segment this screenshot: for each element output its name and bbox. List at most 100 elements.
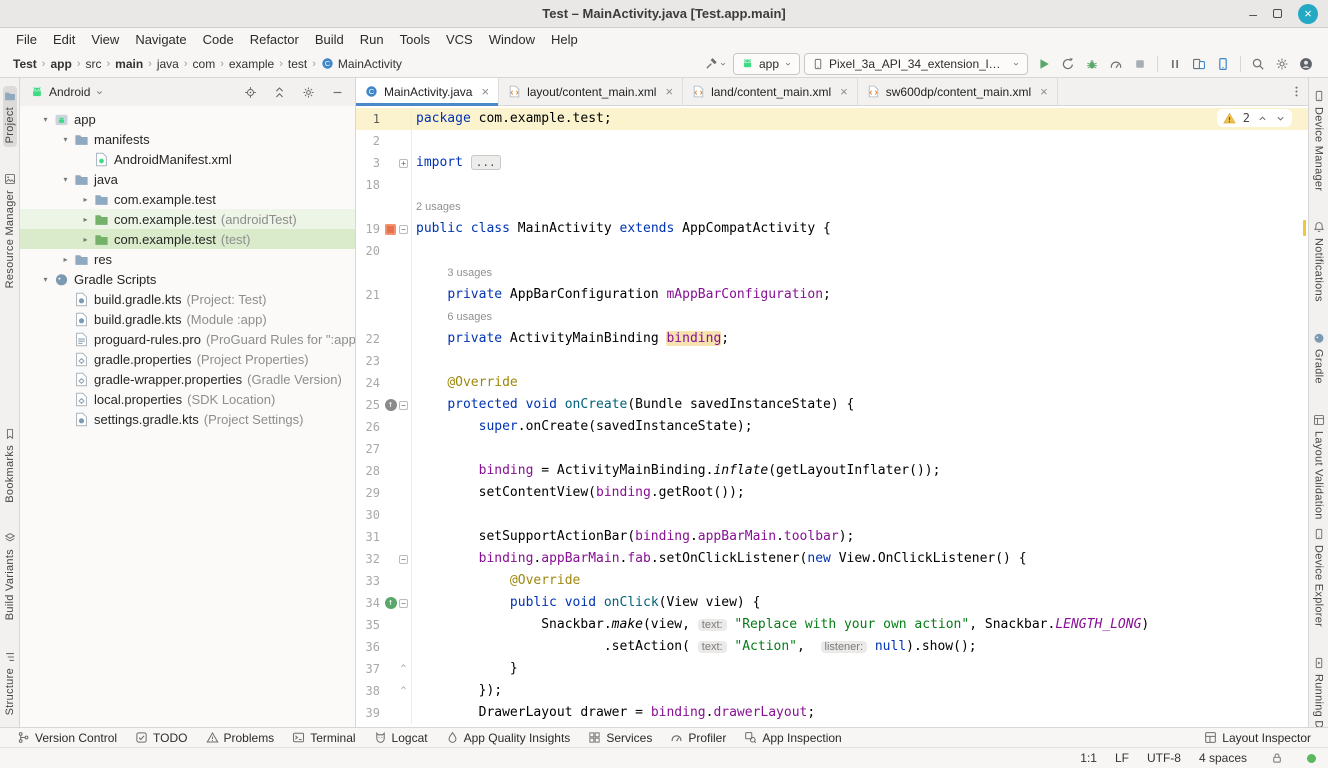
- tool-stripe-bookmarks[interactable]: Bookmarks: [3, 424, 17, 507]
- gutter[interactable]: 37^: [356, 658, 412, 680]
- gutter[interactable]: [356, 306, 412, 328]
- gutter[interactable]: 39: [356, 702, 412, 724]
- breadcrumb-test[interactable]: Test: [10, 56, 40, 72]
- pause-button[interactable]: [1163, 53, 1187, 75]
- menu-vcs[interactable]: VCS: [438, 30, 481, 49]
- gutter[interactable]: 26: [356, 416, 412, 438]
- overrides-method-icon[interactable]: ↑: [385, 399, 397, 411]
- menu-run[interactable]: Run: [352, 30, 392, 49]
- tree-chevron-icon[interactable]: ▸: [78, 235, 93, 244]
- stop-square-button[interactable]: [1128, 53, 1152, 75]
- fold-marker-icon[interactable]: −: [398, 599, 409, 608]
- tree-item-java[interactable]: ▾java: [20, 169, 355, 189]
- tree-chevron-icon[interactable]: ▸: [78, 195, 93, 204]
- menu-view[interactable]: View: [83, 30, 127, 49]
- code-line-23[interactable]: 23: [356, 350, 1308, 372]
- code-line-35[interactable]: 35 Snackbar.make(view, text: "Replace wi…: [356, 614, 1308, 636]
- gutter[interactable]: 18: [356, 174, 412, 196]
- menu-tools[interactable]: Tools: [392, 30, 438, 49]
- gutter[interactable]: 22: [356, 328, 412, 350]
- code-line-36[interactable]: 36 .setAction( text: "Action", listener:…: [356, 636, 1308, 658]
- gutter[interactable]: 38^: [356, 680, 412, 702]
- status-lf[interactable]: LF: [1115, 751, 1129, 765]
- close-tab-icon[interactable]: ×: [665, 84, 673, 99]
- toolwindow-logcat[interactable]: Logcat: [365, 728, 437, 747]
- fold-marker-icon[interactable]: −: [398, 555, 409, 564]
- menu-navigate[interactable]: Navigate: [127, 30, 194, 49]
- tree-item-gradle-scripts[interactable]: ▾Gradle Scripts: [20, 269, 355, 289]
- project-options-button[interactable]: [296, 81, 320, 103]
- tree-item-build-gradle-kts-module-app[interactable]: build.gradle.kts(Module :app): [20, 309, 355, 329]
- phone-blue-button[interactable]: [1211, 53, 1235, 75]
- toolwindow-problems[interactable]: Problems: [197, 728, 284, 747]
- code-line-inlay[interactable]: 2 usages: [356, 196, 1308, 218]
- fold-marker-icon[interactable]: ^: [398, 658, 409, 680]
- gutter[interactable]: 20: [356, 240, 412, 262]
- editor[interactable]: 1package com.example.test;23+import ...1…: [356, 106, 1308, 727]
- fold-marker-icon[interactable]: +: [398, 159, 409, 168]
- tree-item-app[interactable]: ▾app: [20, 109, 355, 129]
- hide-panel-button[interactable]: [325, 81, 349, 103]
- tree-item-local-properties-sdk-location[interactable]: local.properties(SDK Location): [20, 389, 355, 409]
- code-line-32[interactable]: 32− binding.appBarMain.fab.setOnClickLis…: [356, 548, 1308, 570]
- next-problem-button[interactable]: [1275, 113, 1286, 124]
- status-4-spaces[interactable]: 4 spaces: [1199, 751, 1247, 765]
- fold-marker-icon[interactable]: ^: [398, 680, 409, 702]
- breadcrumb-app[interactable]: app: [47, 56, 74, 72]
- breadcrumb-src[interactable]: src: [82, 56, 104, 72]
- tree-item-gradle-properties-project-properties[interactable]: gradle.properties(Project Properties): [20, 349, 355, 369]
- tool-stripe-build-variants[interactable]: Build Variants: [3, 528, 17, 624]
- prev-problem-button[interactable]: [1257, 113, 1268, 124]
- run-configuration-select[interactable]: app: [733, 53, 800, 75]
- code-line-30[interactable]: 30: [356, 504, 1308, 526]
- code-line-1[interactable]: 1package com.example.test;: [356, 108, 1308, 130]
- code-line-18[interactable]: 18: [356, 174, 1308, 196]
- gutter[interactable]: 34↑−: [356, 592, 412, 614]
- tree-item-gradle-wrapper-properties-gradle-version[interactable]: gradle-wrapper.properties(Gradle Version…: [20, 369, 355, 389]
- menu-window[interactable]: Window: [481, 30, 543, 49]
- tree-chevron-icon[interactable]: ▾: [38, 115, 53, 124]
- android-class-icon[interactable]: [385, 224, 396, 235]
- tree-item-res[interactable]: ▸res: [20, 249, 355, 269]
- overrides-method-icon[interactable]: ↑: [385, 597, 397, 609]
- gutter[interactable]: [356, 196, 412, 218]
- tool-stripe-project[interactable]: Project: [3, 86, 17, 147]
- tree-item-build-gradle-kts-project-test[interactable]: build.gradle.kts(Project: Test): [20, 289, 355, 309]
- status-1-1[interactable]: 1:1: [1080, 751, 1097, 765]
- code-line-3[interactable]: 3+import ...: [356, 152, 1308, 174]
- tool-stripe-layout-validation[interactable]: Layout Validation: [1312, 410, 1326, 524]
- tab-list-button[interactable]: [1284, 81, 1308, 103]
- status-utf-8[interactable]: UTF-8: [1147, 751, 1181, 765]
- code-line-27[interactable]: 27: [356, 438, 1308, 460]
- build-button[interactable]: [703, 53, 729, 75]
- code-line-29[interactable]: 29 setContentView(binding.getRoot());: [356, 482, 1308, 504]
- gutter[interactable]: 29: [356, 482, 412, 504]
- search-button[interactable]: [1246, 53, 1270, 75]
- tree-chevron-icon[interactable]: ▾: [58, 175, 73, 184]
- code-line-31[interactable]: 31 setSupportActionBar(binding.appBarMai…: [356, 526, 1308, 548]
- gutter[interactable]: 3+: [356, 152, 412, 174]
- code-line-28[interactable]: 28 binding = ActivityMainBinding.inflate…: [356, 460, 1308, 482]
- select-opened-file-button[interactable]: [238, 81, 262, 103]
- code-line-inlay[interactable]: 6 usages: [356, 306, 1308, 328]
- breadcrumb-main[interactable]: main: [112, 56, 146, 72]
- tree-item-settings-gradle-kts-project-settings[interactable]: settings.gradle.kts(Project Settings): [20, 409, 355, 429]
- toolwindow-terminal[interactable]: Terminal: [283, 728, 364, 747]
- breadcrumb-com[interactable]: com: [190, 56, 219, 72]
- code-line-34[interactable]: 34↑− public void onClick(View view) {: [356, 592, 1308, 614]
- tab-mainactivity-java[interactable]: CMainActivity.java×: [356, 78, 499, 105]
- maximize-button[interactable]: [1273, 9, 1282, 18]
- warning-stripe-mark[interactable]: [1303, 220, 1306, 236]
- gutter[interactable]: 19−: [356, 218, 412, 240]
- menu-code[interactable]: Code: [195, 30, 242, 49]
- gutter[interactable]: 23: [356, 350, 412, 372]
- close-button[interactable]: ×: [1298, 4, 1318, 24]
- toolwindow-app-inspection[interactable]: App Inspection: [735, 728, 850, 747]
- user-avatar-button[interactable]: [1294, 53, 1318, 75]
- tab-layout-content-main-xml[interactable]: layout/content_main.xml×: [499, 78, 683, 105]
- tool-stripe-device-manager[interactable]: Device Manager: [1312, 86, 1326, 195]
- tree-item-androidmanifest-xml[interactable]: AndroidManifest.xml: [20, 149, 355, 169]
- tree-chevron-icon[interactable]: ▸: [78, 215, 93, 224]
- tab-sw600dp-content-main-xml[interactable]: sw600dp/content_main.xml×: [858, 78, 1058, 105]
- breadcrumb-test[interactable]: test: [285, 56, 310, 72]
